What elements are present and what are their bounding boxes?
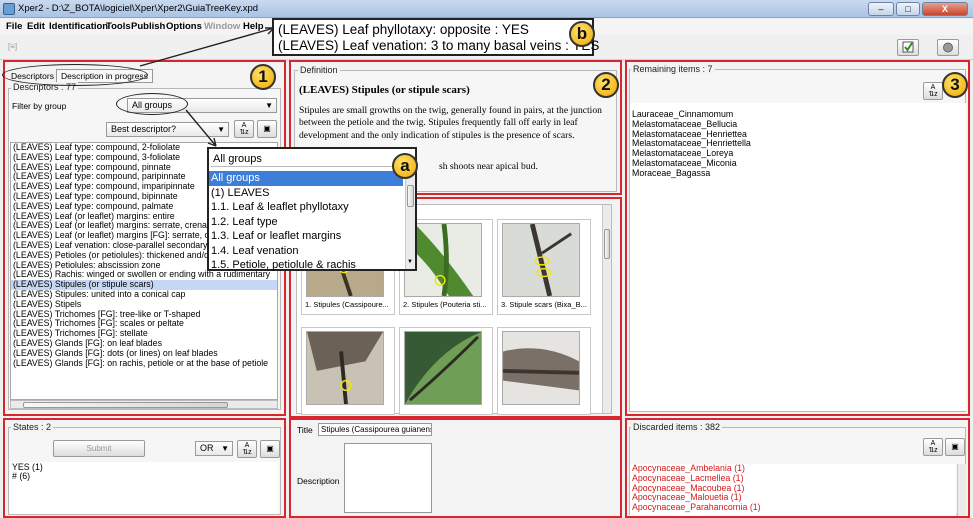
dropdown-header[interactable]: All groups: [211, 151, 411, 167]
badge-b: b: [569, 21, 595, 47]
badge-2: 2: [593, 72, 619, 98]
badge-3: 3: [942, 72, 968, 98]
dropdown-option[interactable]: 1.4. Leaf venation: [209, 244, 403, 259]
dropdown-scrollbar[interactable]: ▲ ▼: [405, 171, 415, 269]
callout-line-2: (LEAVES) Leaf venation: 3 to many basal …: [278, 38, 600, 53]
dropdown-option[interactable]: (1) LEAVES: [209, 186, 403, 201]
scroll-thumb[interactable]: [407, 185, 414, 207]
badge-a: a: [392, 153, 418, 179]
dropdown-option[interactable]: 1.2. Leaf type: [209, 215, 403, 230]
dropdown-option[interactable]: 1.1. Leaf & leaflet phyllotaxy: [209, 200, 403, 215]
scroll-down-icon[interactable]: ▼: [407, 259, 413, 265]
callout-summary: (LEAVES) Leaf phyllotaxy: opposite : YES…: [272, 18, 600, 56]
dropdown-option[interactable]: 1.5. Petiole, petiolule & rachis: [209, 258, 403, 273]
annotation-arrows: [139, 27, 275, 147]
badge-1: 1: [250, 64, 276, 90]
dropdown-option[interactable]: All groups: [209, 171, 403, 186]
dropdown-option[interactable]: 1.3. Leaf or leaflet margins: [209, 229, 403, 244]
callout-line-1: (LEAVES) Leaf phyllotaxy: opposite : YES: [278, 22, 529, 37]
group-dropdown-popup: All groups All groups (1) LEAVES 1.1. Leaf…: [207, 147, 417, 271]
